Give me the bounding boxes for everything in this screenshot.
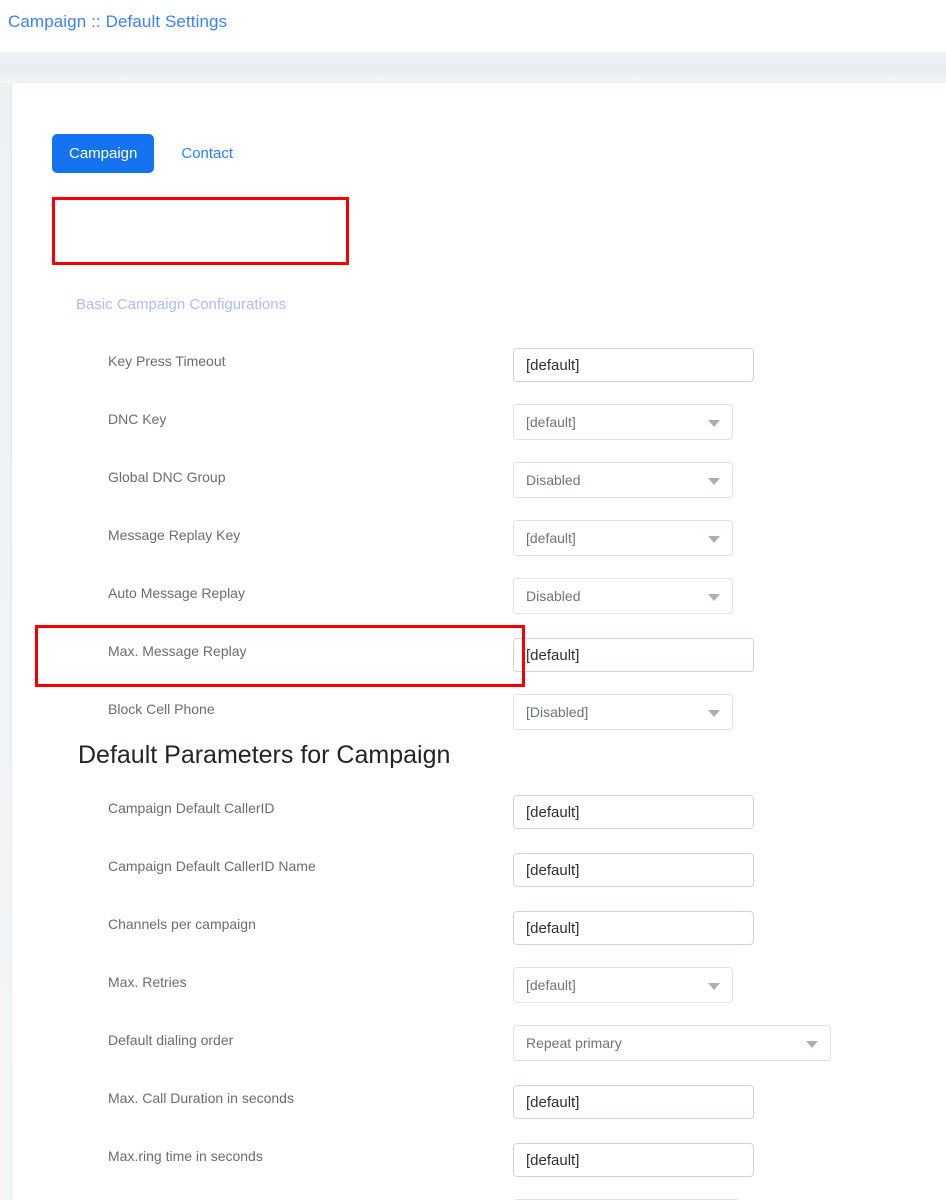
select-block-cell-phone-value: [Disabled]	[526, 704, 589, 720]
field-row-campaign-default-callerid-name: Campaign Default CallerID Name [default]	[12, 846, 946, 904]
label-message-replay-key: Message Replay Key	[108, 527, 241, 543]
label-campaign-default-callerid: Campaign Default CallerID	[108, 800, 275, 816]
input-campaign-default-callerid[interactable]: [default]	[513, 795, 754, 829]
chevron-down-icon	[806, 1041, 818, 1048]
breadcrumb-bar: Campaign :: Default Settings	[0, 0, 946, 52]
select-default-dialing-order-value: Repeat primary	[526, 1035, 622, 1051]
label-campaign-default-callerid-name: Campaign Default CallerID Name	[108, 858, 316, 874]
header-divider-band	[0, 52, 946, 83]
input-channels-per-campaign[interactable]: [default]	[513, 911, 754, 945]
label-default-dialing-order: Default dialing order	[108, 1032, 234, 1048]
annotation-box-default-parameters-for-campaign	[35, 625, 525, 687]
section-title-basic-campaign-configurations: Basic Campaign Configurations	[76, 296, 287, 313]
page-root: Campaign :: Default Settings Campaign Co…	[0, 0, 946, 1200]
chevron-down-icon	[708, 983, 720, 990]
tab-campaign[interactable]: Campaign	[52, 134, 155, 173]
field-row-message-replay-key: Message Replay Key [default]	[12, 515, 946, 573]
select-global-dnc-group-value: Disabled	[526, 472, 581, 488]
breadcrumb[interactable]: Campaign :: Default Settings	[8, 12, 227, 32]
field-row-auto-message-replay: Auto Message Replay Disabled	[12, 573, 946, 631]
select-message-replay-key[interactable]: [default]	[513, 520, 733, 556]
tab-contact[interactable]: Contact	[164, 134, 250, 173]
input-campaign-default-callerid-name[interactable]: [default]	[513, 853, 754, 887]
field-row-call-monitoring: Call Monitoring Record Complete Call	[12, 1194, 946, 1200]
select-auto-message-replay-value: Disabled	[526, 588, 581, 604]
label-block-cell-phone: Block Cell Phone	[108, 701, 215, 717]
label-max-retries: Max. Retries	[108, 974, 187, 990]
chevron-down-icon	[708, 710, 720, 717]
chevron-down-icon	[708, 478, 720, 485]
field-row-campaign-default-callerid: Campaign Default CallerID [default]	[12, 788, 946, 846]
select-block-cell-phone[interactable]: [Disabled]	[513, 694, 733, 730]
input-max-message-replay[interactable]: [default]	[513, 638, 754, 672]
chevron-down-icon	[708, 536, 720, 543]
input-max-call-duration-in-seconds[interactable]: [default]	[513, 1085, 754, 1119]
chevron-down-icon	[708, 420, 720, 427]
annotation-box-basic-campaign-configurations	[52, 197, 349, 265]
input-max-ring-time-in-seconds[interactable]: [default]	[513, 1143, 754, 1177]
select-default-dialing-order[interactable]: Repeat primary	[513, 1025, 831, 1061]
chevron-down-icon	[708, 594, 720, 601]
tab-bar: Campaign Contact	[52, 134, 250, 173]
section-title-default-parameters-for-campaign: Default Parameters for Campaign	[78, 741, 451, 769]
select-global-dnc-group[interactable]: Disabled	[513, 462, 733, 498]
field-row-max-ring-time: Max.ring time in seconds [default]	[12, 1136, 946, 1194]
left-rail	[0, 83, 12, 1200]
input-key-press-timeout[interactable]: [default]	[513, 348, 754, 382]
label-dnc-key: DNC Key	[108, 411, 167, 427]
label-auto-message-replay: Auto Message Replay	[108, 585, 245, 601]
select-max-retries-value: [default]	[526, 977, 576, 993]
field-row-dnc-key: DNC Key [default]	[12, 399, 946, 457]
field-row-max-call-duration: Max. Call Duration in seconds [default]	[12, 1078, 946, 1136]
select-max-retries[interactable]: [default]	[513, 967, 733, 1003]
field-row-key-press-timeout: Key Press Timeout [default]	[12, 341, 946, 399]
select-auto-message-replay[interactable]: Disabled	[513, 578, 733, 614]
field-row-channels-per-campaign: Channels per campaign [default]	[12, 904, 946, 962]
select-message-replay-key-value: [default]	[526, 530, 576, 546]
label-key-press-timeout: Key Press Timeout	[108, 353, 226, 369]
field-row-max-retries: Max. Retries [default]	[12, 962, 946, 1020]
select-dnc-key-value: [default]	[526, 414, 576, 430]
select-dnc-key[interactable]: [default]	[513, 404, 733, 440]
label-global-dnc-group: Global DNC Group	[108, 469, 226, 485]
field-row-default-dialing-order: Default dialing order Repeat primary	[12, 1020, 946, 1078]
field-row-block-cell-phone: Block Cell Phone [Disabled]	[12, 689, 946, 747]
label-max-call-duration-in-seconds: Max. Call Duration in seconds	[108, 1090, 294, 1106]
label-max-ring-time-in-seconds: Max.ring time in seconds	[108, 1148, 263, 1164]
field-row-global-dnc-group: Global DNC Group Disabled	[12, 457, 946, 515]
label-channels-per-campaign: Channels per campaign	[108, 916, 256, 932]
